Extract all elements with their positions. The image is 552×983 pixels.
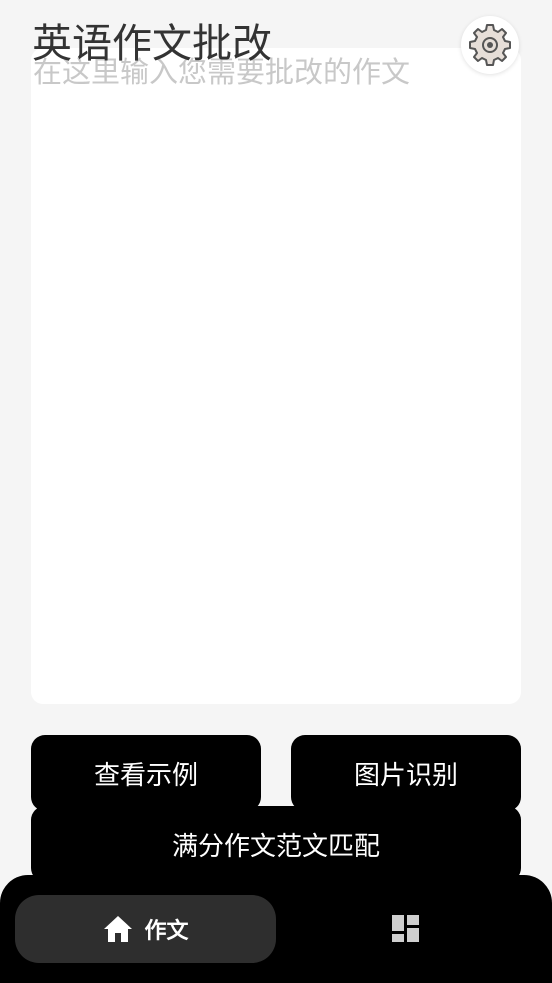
bottom-nav: 作文 bbox=[0, 875, 552, 983]
essay-editor bbox=[31, 48, 521, 704]
view-example-button[interactable]: 查看示例 bbox=[31, 735, 261, 811]
gear-icon bbox=[469, 24, 511, 66]
home-icon bbox=[104, 916, 133, 942]
dashboard-icon bbox=[392, 915, 419, 942]
tab-dashboard[interactable] bbox=[291, 895, 521, 963]
full-score-match-button[interactable]: 满分作文范文匹配 bbox=[31, 806, 521, 882]
settings-button[interactable] bbox=[461, 16, 519, 74]
view-example-label: 查看示例 bbox=[93, 760, 198, 791]
essay-input[interactable] bbox=[31, 48, 521, 704]
image-recognition-label: 图片识别 bbox=[353, 760, 458, 791]
page-title: 英语作文批改 bbox=[32, 21, 272, 67]
tab-essay-label: 作文 bbox=[144, 919, 189, 944]
full-score-match-label: 满分作文范文匹配 bbox=[171, 831, 380, 862]
image-recognition-button[interactable]: 图片识别 bbox=[291, 735, 521, 811]
tab-essay[interactable]: 作文 bbox=[15, 895, 276, 963]
